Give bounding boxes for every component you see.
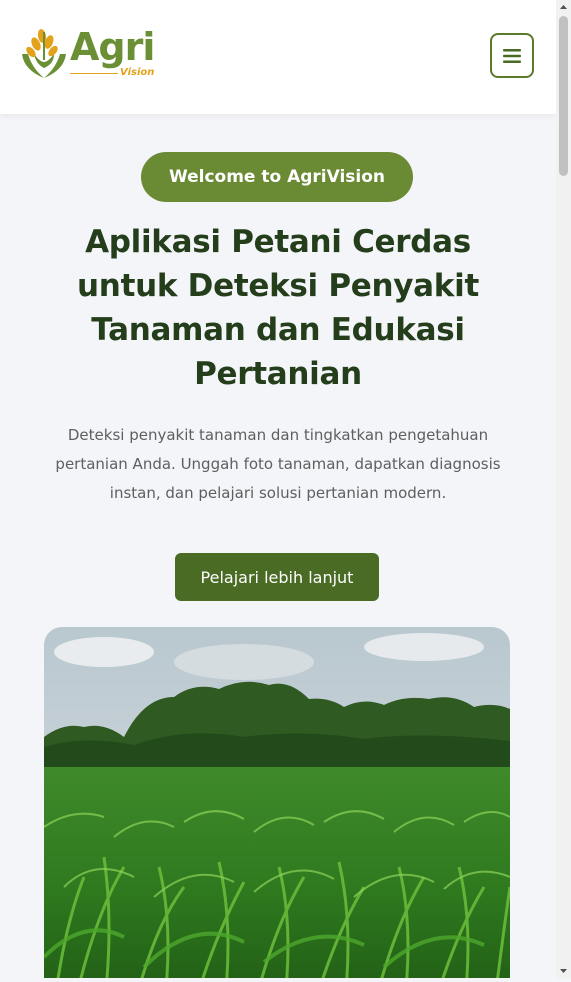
hamburger-icon (503, 48, 521, 63)
page-scrollbar[interactable] (556, 0, 571, 978)
scroll-up-arrow-icon[interactable] (556, 0, 571, 15)
logo-wordmark: Agri (70, 25, 155, 69)
wheat-logo-icon (22, 29, 66, 78)
agrivision-logo[interactable]: Agri Vision (20, 24, 155, 84)
menu-toggle-button[interactable] (490, 33, 534, 78)
header: Agri Vision (0, 0, 556, 114)
hero-description: Deteksi penyakit tanaman dan tingkatkan … (55, 426, 501, 502)
scrollbar-thumb[interactable] (559, 16, 568, 176)
corn-field-image (44, 627, 510, 978)
scroll-down-arrow-icon[interactable] (556, 963, 571, 978)
logo-underline (70, 73, 118, 74)
logo-subtitle: Vision (120, 67, 155, 78)
learn-more-button[interactable]: Pelajari lebih lanjut (175, 553, 379, 601)
welcome-badge: Welcome to AgriVision (141, 152, 413, 202)
page: Agri Vision Welcome to AgriVision Aplika… (0, 0, 556, 978)
hero-title: Aplikasi Petani Cerdas untuk Deteksi Pen… (77, 224, 479, 392)
